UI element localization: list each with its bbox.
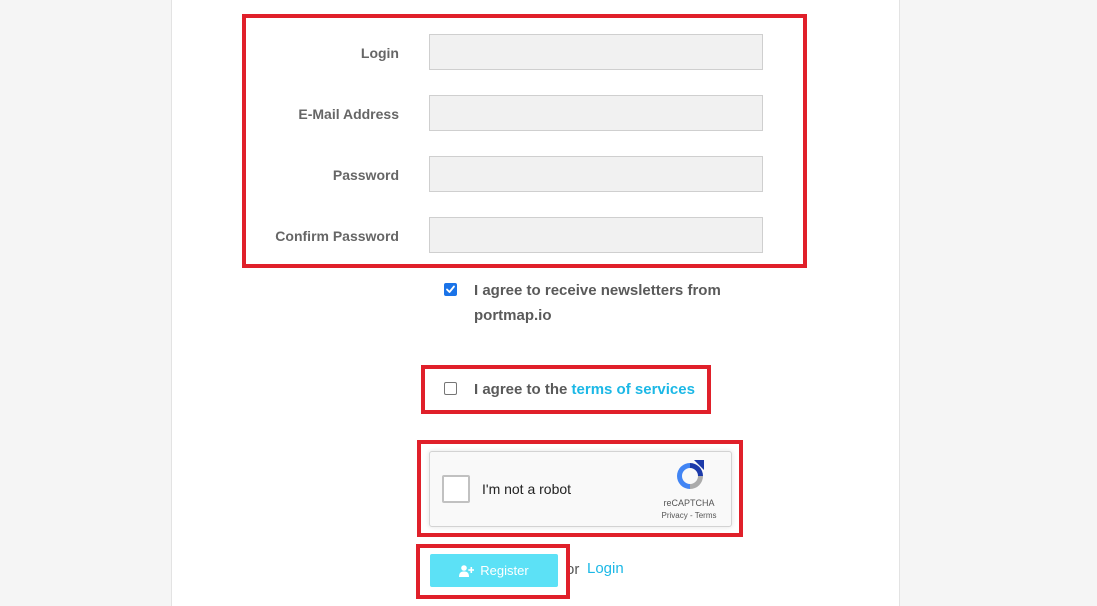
recaptcha-privacy-terms[interactable]: Privacy - Terms xyxy=(654,511,724,520)
email-input[interactable] xyxy=(429,95,763,131)
terms-of-services-link[interactable]: terms of services xyxy=(572,381,695,398)
newsletter-label-line1: I agree to receive newsletters from xyxy=(474,282,721,299)
recaptcha-logo-icon xyxy=(677,460,704,489)
recaptcha-label: I'm not a robot xyxy=(482,481,572,497)
confirm-password-input[interactable] xyxy=(429,217,763,253)
register-button-label: Register xyxy=(480,563,529,578)
password-label: Password xyxy=(332,167,399,183)
login-label: Login xyxy=(360,45,399,61)
newsletter-checkbox[interactable] xyxy=(444,283,457,296)
login-link[interactable]: Login xyxy=(587,560,624,577)
recaptcha-brand: reCAPTCHA xyxy=(663,498,715,508)
checkmark-icon xyxy=(446,285,455,293)
terms-label-prefix: I agree to the xyxy=(474,381,572,398)
terms-label: I agree to the terms of services xyxy=(474,377,695,402)
login-input[interactable] xyxy=(429,34,763,70)
email-label: E-Mail Address xyxy=(298,106,399,122)
terms-checkbox[interactable] xyxy=(444,382,457,395)
or-text: or xyxy=(566,561,580,578)
recaptcha-widget: I'm not a robot reCAPTCHA Privacy - Term… xyxy=(429,451,732,527)
recaptcha-checkbox[interactable] xyxy=(442,475,470,503)
confirm-password-label: Confirm Password xyxy=(275,228,399,244)
user-plus-icon xyxy=(459,564,475,577)
password-input[interactable] xyxy=(429,156,763,192)
register-button[interactable]: Register xyxy=(430,554,558,587)
newsletter-label-line2: portmap.io xyxy=(474,307,552,324)
